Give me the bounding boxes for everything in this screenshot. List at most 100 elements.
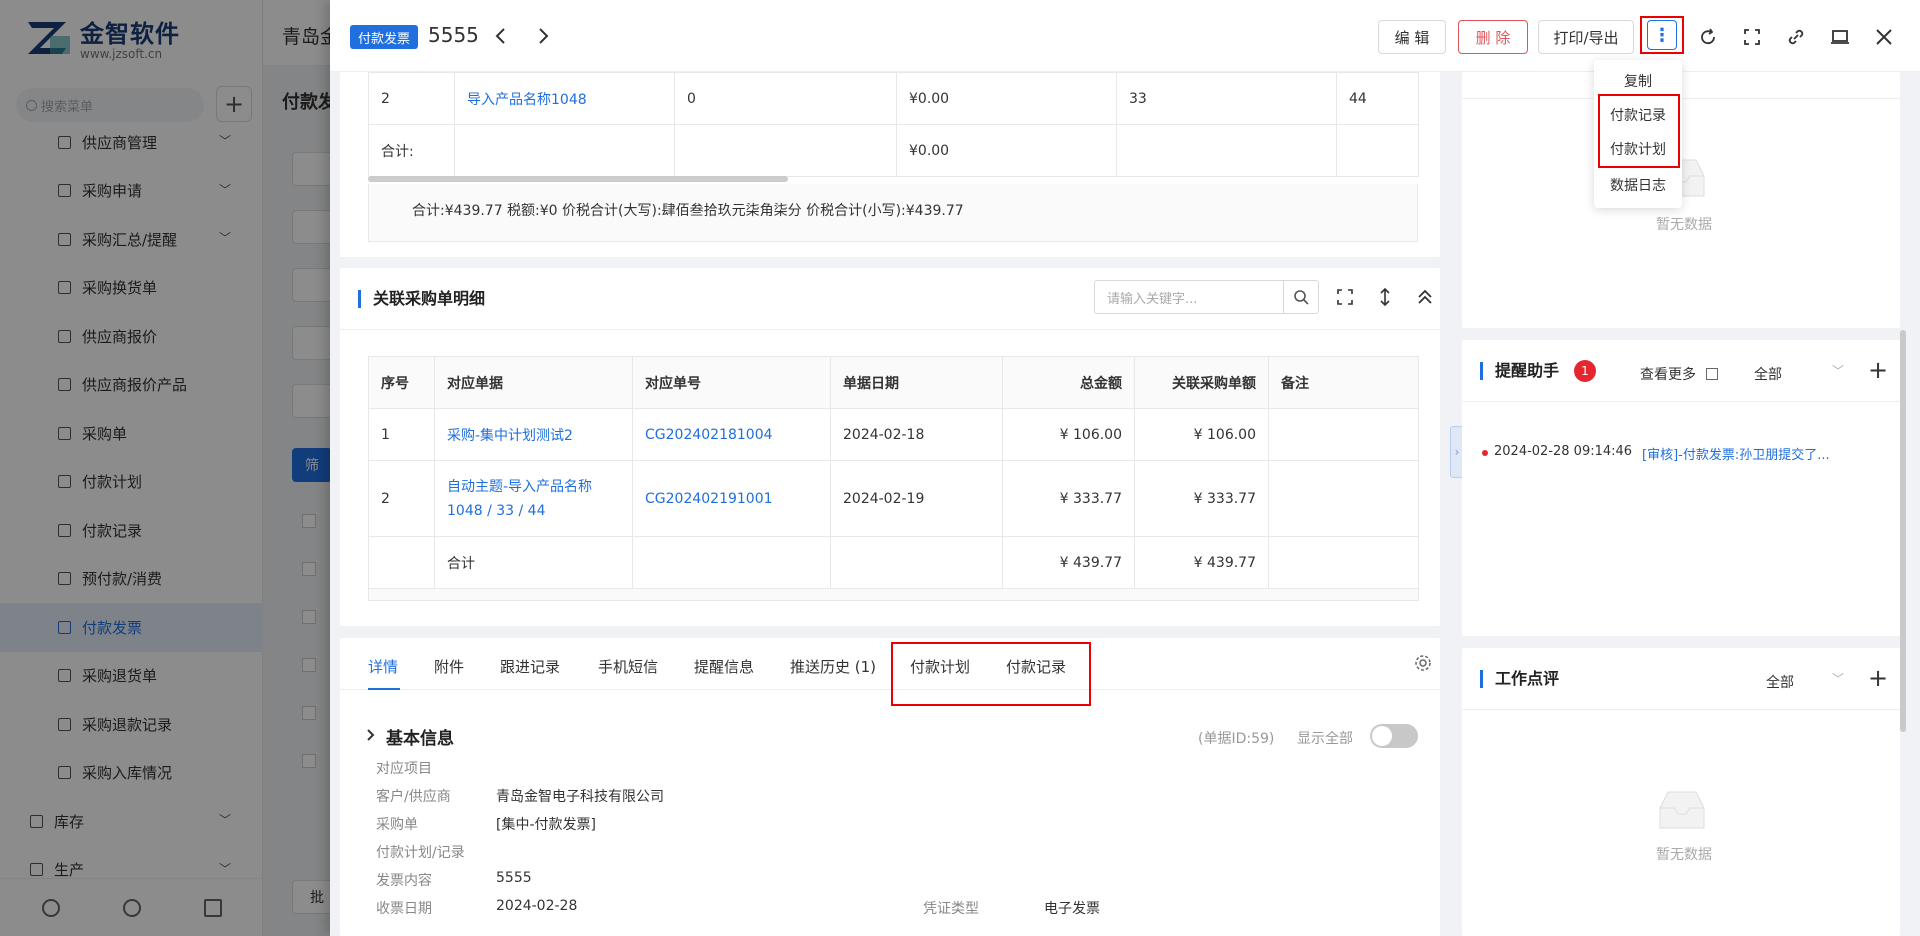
header-doc: 对应单据 — [434, 356, 633, 409]
more-vertical-icon: ⋮ — [1647, 20, 1677, 50]
total-label: 合计: — [368, 124, 455, 177]
chevron-down-icon: ﹀ — [1832, 364, 1845, 378]
add-review-button[interactable]: + — [1868, 664, 1888, 692]
view-more-link[interactable]: 查看更多 — [1640, 364, 1719, 384]
review-filter-select[interactable]: 全部 — [1766, 672, 1794, 692]
work-review-title: 工作点评 — [1480, 670, 1559, 688]
reminder-filter-select[interactable]: 全部 — [1754, 364, 1782, 384]
chevron-right-icon — [539, 28, 549, 44]
active-tab-underline — [368, 688, 400, 690]
amount-summary: 合计:¥439.77 税额:¥0 价税合计(大写):肆佰叁拾玖元柒角柒分 价税合… — [412, 203, 964, 219]
menu-item-copy[interactable]: 复制 — [1594, 64, 1682, 98]
show-all-label: 显示全部 — [1297, 731, 1353, 747]
keyword-search-input[interactable]: 请输入关键字... — [1094, 280, 1284, 314]
product-detail-card: 2 导入产品名称1048 0 ¥0.00 33 44 合计: ¥0.00 合计:… — [340, 72, 1440, 257]
product-name-link[interactable]: 导入产品名称1048 — [454, 72, 675, 125]
doc-no-link[interactable]: CG202402181004 — [632, 408, 831, 461]
menu-item-payment-records[interactable]: 付款记录 — [1594, 98, 1682, 132]
supplier-link[interactable]: 青岛金智电子科技有限公司 — [496, 786, 664, 806]
window-mode-button[interactable] — [1825, 22, 1855, 52]
fullscreen-button[interactable] — [1737, 22, 1767, 52]
vertical-scrollbar[interactable] — [1900, 330, 1906, 732]
related-purchase-table: 序号 对应单据 对应单号 单据日期 总金额 关联采购单额 备注 1 采购-集中计… — [368, 356, 1419, 601]
field-label-voucher-type: 凭证类型 — [923, 901, 979, 917]
fullscreen-icon — [1744, 29, 1760, 45]
cell-col5: 33 — [1116, 72, 1337, 125]
refresh-button[interactable] — [1693, 22, 1723, 52]
chevron-right-icon — [367, 729, 375, 741]
basic-info-title: 基本信息 — [386, 729, 454, 749]
external-icon — [1706, 368, 1719, 380]
table-row: 2 自动主题-导入产品名称1048 / 33 / 44 CG2024021910… — [368, 460, 1419, 537]
search-icon — [1294, 290, 1309, 305]
print-export-button[interactable]: 打印/导出 — [1538, 20, 1634, 54]
next-record-button[interactable] — [532, 22, 556, 50]
header-doc-no: 对应单号 — [632, 356, 831, 409]
field-label-payment-plan: 付款计划/记录 — [376, 845, 465, 861]
doc-no-link[interactable]: CG202402191001 — [632, 460, 831, 537]
cell-related-amount: ¥ 106.00 — [1134, 408, 1269, 461]
row-height-button[interactable] — [1374, 286, 1396, 308]
gear-icon — [1415, 655, 1431, 671]
monitor-icon — [1831, 30, 1849, 44]
cell-total: ¥ 106.00 — [1002, 408, 1135, 461]
unread-dot — [1482, 450, 1488, 456]
detail-drawer: 付款发票 5555 编 辑 删 除 打印/导出 ⋮ 复制 付款记录 付款计划 数… — [330, 0, 1920, 936]
prev-record-button[interactable] — [488, 22, 512, 50]
expand-section-button[interactable] — [366, 728, 376, 746]
cell-note — [1268, 460, 1419, 537]
double-chevron-up-icon — [1418, 289, 1432, 304]
total-amount: ¥0.00 — [896, 124, 1117, 177]
fullscreen-icon — [1337, 289, 1353, 305]
view-more-label: 查看更多 — [1640, 367, 1696, 383]
tab-settings-button[interactable] — [1414, 654, 1432, 676]
field-label-receive-date: 收票日期 — [376, 901, 432, 917]
chevron-down-icon: ﹀ — [1832, 672, 1845, 686]
cell-amount: ¥0.00 — [896, 72, 1117, 125]
vertical-arrows-icon — [1380, 288, 1390, 306]
tab-reminders[interactable]: 提醒信息 — [694, 656, 754, 677]
total-related-amount: ¥ 439.77 — [1134, 536, 1269, 589]
search-button[interactable] — [1283, 280, 1319, 314]
show-all-toggle[interactable] — [1370, 724, 1418, 748]
reminder-panel: 提醒助手 1 查看更多 全部 ﹀ + 2024-02-28 09:14:46 [… — [1462, 340, 1900, 636]
header-note: 备注 — [1268, 356, 1419, 409]
tab-push-history[interactable]: 推送历史 (1) — [790, 656, 876, 677]
total-total: ¥ 439.77 — [1002, 536, 1135, 589]
purchase-order-link[interactable]: [集中-付款发票] — [496, 814, 596, 834]
empty-box-icon — [1659, 791, 1705, 829]
delete-button[interactable]: 删 除 — [1458, 20, 1528, 54]
tab-details[interactable]: 详情 — [368, 656, 398, 677]
tab-attachments[interactable]: 附件 — [434, 656, 464, 677]
menu-item-payment-plans[interactable]: 付款计划 — [1594, 132, 1682, 166]
more-actions-button[interactable]: ⋮ — [1640, 16, 1684, 54]
collapse-section-button[interactable] — [1414, 286, 1436, 308]
cell-qty: 0 — [674, 72, 897, 125]
chevron-left-icon — [495, 28, 505, 44]
header-date: 单据日期 — [830, 356, 1003, 409]
cell-seq: 1 — [368, 408, 435, 461]
highlight-box — [891, 642, 1091, 706]
doc-link[interactable]: 自动主题-导入产品名称1048 / 33 / 44 — [434, 460, 633, 537]
table-fullscreen-button[interactable] — [1334, 286, 1356, 308]
cell-date: 2024-02-18 — [830, 408, 1003, 461]
field-label-invoice-content: 发票内容 — [376, 873, 432, 889]
add-reminder-button[interactable]: + — [1868, 356, 1888, 384]
tab-sms[interactable]: 手机短信 — [598, 656, 658, 677]
table-row: 2 导入产品名称1048 0 ¥0.00 33 44 — [368, 72, 1419, 125]
refresh-icon — [1701, 28, 1715, 45]
tab-follow-up[interactable]: 跟进记录 — [500, 656, 560, 677]
close-drawer-button[interactable] — [1869, 22, 1899, 52]
edit-button[interactable]: 编 辑 — [1378, 20, 1446, 54]
menu-item-data-log[interactable]: 数据日志 — [1594, 168, 1682, 202]
reminder-item-link[interactable]: [审核]-付款发票:孙卫朋提交了... — [1642, 444, 1830, 463]
doc-number: 5555 — [428, 23, 479, 47]
product-table: 2 导入产品名称1048 0 ¥0.00 33 44 合计: ¥0.00 — [368, 72, 1419, 177]
empty-text: 暂无数据 — [1656, 217, 1712, 233]
header-total: 总金额 — [1002, 356, 1135, 409]
copy-link-button[interactable] — [1781, 22, 1811, 52]
table-total-row: 合计: ¥0.00 — [368, 124, 1419, 177]
doc-link[interactable]: 采购-集中计划测试2 — [434, 408, 633, 461]
horizontal-scrollbar[interactable] — [368, 176, 788, 182]
cell-col6: 44 — [1336, 72, 1419, 125]
